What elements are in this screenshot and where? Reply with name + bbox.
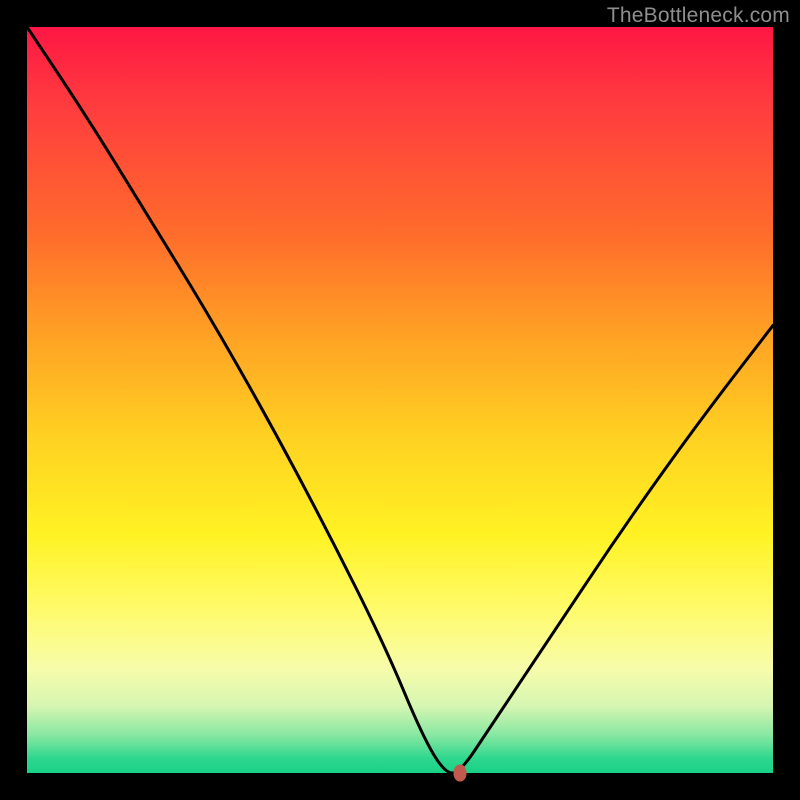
optimal-point-marker [453, 765, 466, 782]
bottleneck-curve [27, 27, 773, 773]
chart-frame: TheBottleneck.com [0, 0, 800, 800]
watermark-text: TheBottleneck.com [607, 4, 790, 28]
curve-layer [0, 0, 800, 800]
